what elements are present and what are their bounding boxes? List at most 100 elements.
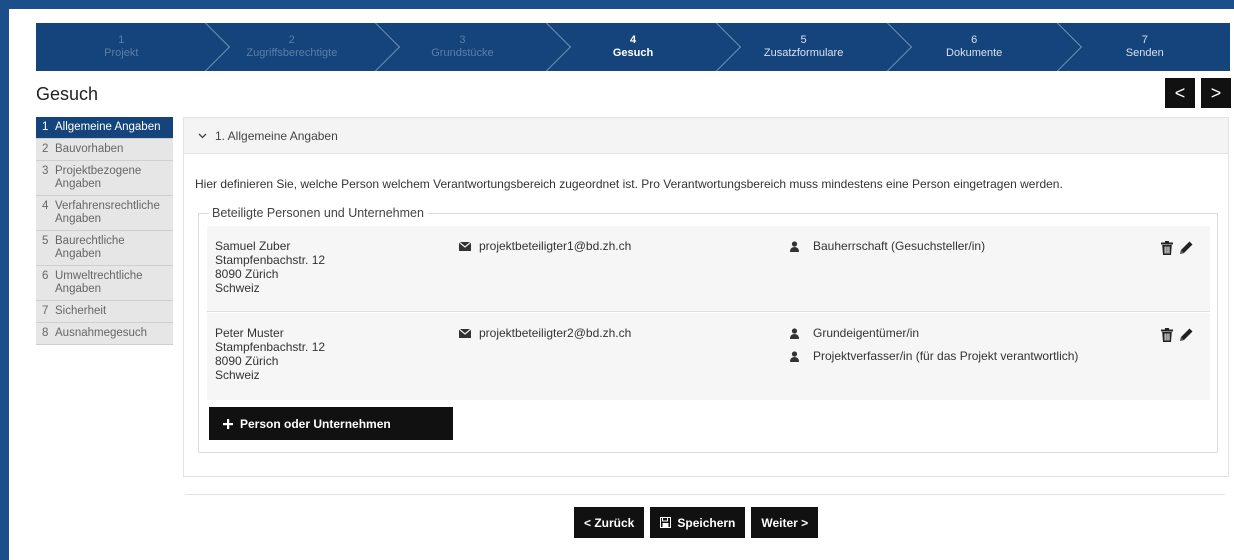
trash-icon[interactable] — [1161, 240, 1173, 255]
sidebar-item-number: 1 — [42, 121, 49, 133]
wizard-stepper: 1 Projekt 2 Zugriffsberechtigte 3 Grunds… — [36, 23, 1230, 71]
step-label: Dokumente — [946, 47, 1003, 59]
sidebar-item-number: 5 — [42, 235, 49, 247]
step-label: Zusatzformulare — [763, 47, 844, 59]
person-email: projektbeteiligter1@bd.zh.ch — [459, 239, 631, 253]
step-label: Gesuch — [612, 47, 654, 59]
role-label: Grundeigentümer/in — [813, 326, 920, 340]
save-button[interactable]: Speichern — [650, 507, 746, 538]
email-text: projektbeteiligter1@bd.zh.ch — [479, 239, 632, 253]
sidebar-item-label: Bauvorhaben — [55, 143, 124, 155]
person-city: 8090 Zürich — [215, 354, 279, 368]
sidebar-item-bauvorhaben[interactable]: 2 Bauvorhaben — [36, 139, 173, 161]
user-icon — [790, 350, 799, 362]
next-label: Weiter > — [761, 515, 809, 530]
person-row: Samuel Zuber Stampfenbachstr. 12 8090 Zü… — [207, 226, 1210, 312]
back-button[interactable]: < Zurück — [574, 507, 645, 538]
back-label: < Zurück — [584, 515, 635, 530]
pencil-icon[interactable] — [1179, 327, 1194, 342]
envelope-icon — [459, 241, 471, 251]
step-number: 4 — [629, 34, 637, 46]
sidebar-item-number: 7 — [42, 305, 49, 317]
step-zusatzformulare[interactable]: 5 Zusatzformulare — [718, 23, 913, 71]
add-person-label: Person oder Unternehmen — [240, 416, 391, 431]
sidebar-item-baurechtliche-angaben[interactable]: 5 Baurechtliche Angaben — [36, 231, 173, 266]
step-number: 1 — [118, 34, 125, 46]
add-person-button[interactable]: Person oder Unternehmen — [209, 407, 453, 440]
section-panel: 1. Allgemeine Angaben Hier definieren Si… — [183, 117, 1229, 477]
step-dokumente[interactable]: 6 Dokumente — [889, 23, 1083, 71]
person-country: Schweiz — [215, 368, 260, 382]
role-item: Bauherrschaft (Gesuchsteller/in) — [790, 239, 985, 253]
step-grundstuecke[interactable]: 3 Grundstücke — [377, 23, 571, 71]
step-number: 7 — [1141, 34, 1148, 46]
step-number: 6 — [971, 34, 978, 46]
trash-icon[interactable] — [1161, 327, 1173, 342]
sidebar-item-projektbezogene-angaben[interactable]: 3 Projektbezogene Angaben — [36, 161, 173, 196]
email-text: projektbeteiligter2@bd.zh.ch — [479, 326, 632, 340]
section-sidebar: 1 Allgemeine Angaben 2 Bauvorhaben 3 Pro… — [36, 117, 173, 345]
envelope-icon — [459, 328, 471, 338]
row-actions — [1161, 240, 1194, 255]
step-label: Zugriffsberechtigte — [246, 47, 338, 59]
role-item: Projektverfasser/in (für das Projekt ver… — [790, 349, 1078, 363]
section-header[interactable]: 1. Allgemeine Angaben — [184, 118, 1228, 154]
page-title: Gesuch — [36, 84, 99, 104]
role-label: Projektverfasser/in (für das Projekt ver… — [813, 349, 1079, 363]
fieldset-legend: Beteiligte Personen und Unternehmen — [209, 206, 427, 220]
step-number: 3 — [459, 34, 466, 46]
sidebar-item-number: 2 — [42, 143, 49, 155]
step-label: Projekt — [104, 47, 139, 59]
sidebar-item-label: Projektbezogene Angaben — [55, 165, 142, 190]
next-button[interactable]: Weiter > — [751, 507, 819, 538]
sidebar-item-number: 6 — [42, 270, 49, 282]
person-street: Stampfenbachstr. 12 — [215, 253, 326, 267]
sidebar-item-label: Verfahrensrechtliche Angaben — [55, 200, 160, 225]
sidebar-item-umweltrechtliche-angaben[interactable]: 6 Umweltrechtliche Angaben — [36, 266, 173, 301]
prev-page-button[interactable]: < — [1165, 78, 1195, 108]
step-projekt[interactable]: 1 Projekt — [36, 23, 230, 71]
step-zugriffsberechtigte[interactable]: 2 Zugriffsberechtigte — [207, 23, 401, 71]
person-address: Peter Muster Stampfenbachstr. 12 8090 Zü… — [215, 326, 325, 382]
step-gesuch[interactable]: 4 Gesuch — [548, 23, 742, 71]
sidebar-item-number: 4 — [42, 200, 49, 212]
chevron-down-icon — [198, 133, 207, 139]
step-senden[interactable]: 7 Senden — [1059, 23, 1230, 71]
person-roles: Grundeigentümer/in Projektverfasser/in (… — [790, 326, 1078, 372]
section-title: 1. Allgemeine Angaben — [215, 128, 338, 143]
persons-fieldset: Beteiligte Personen und Unternehmen Samu… — [198, 206, 1218, 453]
person-city: 8090 Zürich — [215, 267, 279, 281]
sidebar-item-label: Sicherheit — [55, 305, 107, 317]
user-icon — [790, 240, 799, 252]
sidebar-item-label: Umweltrechtliche Angaben — [55, 270, 143, 295]
person-email: projektbeteiligter2@bd.zh.ch — [459, 326, 631, 340]
step-number: 5 — [800, 34, 807, 46]
footer-actions: < Zurück Speichern Weiter > — [574, 507, 819, 538]
sidebar-item-number: 8 — [42, 327, 49, 339]
role-label: Bauherrschaft (Gesuchsteller/in) — [813, 239, 986, 253]
sidebar-item-label: Baurechtliche Angaben — [55, 235, 125, 260]
step-label: Grundstücke — [431, 47, 494, 59]
step-number: 2 — [288, 34, 295, 46]
sidebar-item-sicherheit[interactable]: 7 Sicherheit — [36, 301, 173, 323]
person-name: Peter Muster — [215, 326, 284, 340]
sidebar-item-allgemeine-angaben[interactable]: 1 Allgemeine Angaben — [36, 117, 173, 139]
person-street: Stampfenbachstr. 12 — [215, 340, 326, 354]
person-name: Samuel Zuber — [215, 239, 291, 253]
section-description: Hier definieren Sie, welche Person welch… — [195, 177, 1063, 191]
row-actions — [1161, 327, 1194, 342]
next-page-button[interactable]: > — [1201, 78, 1231, 108]
user-icon — [790, 327, 799, 339]
sidebar-item-number: 3 — [42, 165, 49, 177]
save-label: Speichern — [677, 515, 736, 530]
floppy-disk-icon — [660, 517, 672, 528]
person-address: Samuel Zuber Stampfenbachstr. 12 8090 Zü… — [215, 239, 325, 295]
sidebar-item-ausnahmegesuch[interactable]: 8 Ausnahmegesuch — [36, 323, 173, 345]
sidebar-item-verfahrensrechtliche-angaben[interactable]: 4 Verfahrensrechtliche Angaben — [36, 196, 173, 231]
sidebar-item-label: Ausnahmegesuch — [55, 327, 148, 339]
step-label: Senden — [1125, 47, 1164, 59]
pencil-icon[interactable] — [1179, 240, 1194, 255]
plus-icon — [223, 418, 233, 429]
person-country: Schweiz — [215, 281, 260, 295]
sidebar-item-label: Allgemeine Angaben — [55, 121, 161, 133]
